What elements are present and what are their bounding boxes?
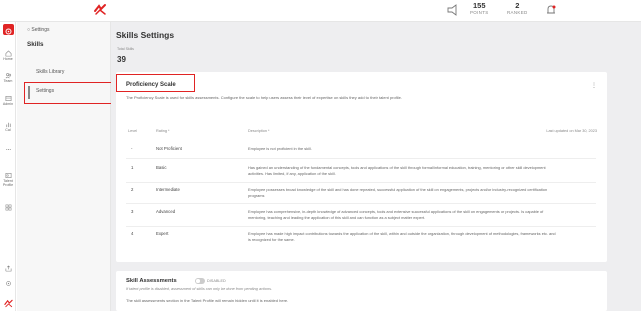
skill-assessments-description: The skill assessments section in the Tal… [126, 298, 289, 303]
row-description[interactable]: Employee is not proficient in the skill. [248, 146, 558, 152]
selected-indicator [28, 86, 30, 99]
row-level: 1 [131, 165, 134, 170]
row-rating[interactable]: Advanced [156, 209, 175, 214]
row-level: 4 [131, 231, 134, 236]
team-icon [5, 73, 11, 79]
skill-assessments-card: Skill Assessments DISABLED If talent pro… [116, 271, 607, 311]
row-rating[interactable]: Intermediate [156, 187, 180, 192]
settings-gear-icon [5, 281, 11, 286]
nav-item-admin[interactable]: Admin [0, 95, 16, 107]
row-description[interactable]: Employee possesses broad knowledge of th… [248, 187, 558, 199]
row-level: 2 [131, 187, 134, 192]
grid-icon [5, 204, 11, 211]
nav-item-home[interactable]: Home [0, 50, 16, 62]
divider [126, 158, 596, 159]
breadcrumb[interactable]: ○ Settings [27, 27, 50, 33]
divider [126, 226, 596, 227]
row-rating[interactable]: Expert [156, 231, 168, 236]
points-stat[interactable]: 155 POINTS [470, 2, 489, 15]
more-dots-icon [5, 148, 11, 151]
nav-admin-label: Admin [2, 102, 14, 106]
row-description[interactable]: Has gained an understanding of the funda… [248, 165, 558, 177]
nav-item-logo-bottom[interactable] [0, 299, 16, 308]
left-nav: Home Team Admin Cal Talent Profile [0, 22, 16, 311]
settings-subnav: ○ Settings Skills Skills Library Setting… [17, 22, 123, 311]
subnav-title: Skills [27, 41, 44, 48]
row-level: - [131, 146, 133, 151]
row-description[interactable]: Employee has comprehensive, in-depth kno… [248, 209, 558, 221]
breadcrumb-settings: Settings [31, 27, 50, 33]
share-icon [5, 265, 11, 272]
gear-icon [5, 28, 12, 35]
nav-item-settings-bottom[interactable] [0, 280, 16, 287]
nav-team-label: Team [3, 79, 13, 83]
toggle-status: DISABLED [207, 279, 226, 283]
row-description[interactable]: Employee has made high impact contributi… [248, 231, 558, 243]
nav-item-grid[interactable] [0, 204, 16, 211]
page-title: Skills Settings [116, 30, 175, 40]
megaphone-icon[interactable] [446, 4, 458, 16]
ranked-stat[interactable]: 2 RANKED [507, 2, 528, 15]
skill-assessments-toggle[interactable] [195, 278, 205, 284]
nav-item-share[interactable] [0, 265, 16, 272]
main-content: Skills Settings Total Skills 39 Proficie… [111, 22, 641, 311]
kebab-menu-icon[interactable]: ⋮ [591, 82, 597, 89]
proficiency-scale-description: The Proficiency Scale is used for skills… [126, 95, 402, 100]
skill-assessments-title: Skill Assessments [126, 278, 177, 284]
subnav-item-settings[interactable]: Settings [24, 82, 123, 104]
talent-profile-icon [5, 173, 11, 178]
last-updated: Last updated on Mar 30, 2023 [546, 129, 597, 133]
divider [126, 203, 596, 204]
row-rating[interactable]: Not Proficient [156, 146, 182, 151]
home-icon [5, 50, 11, 57]
points-value: 155 [473, 1, 486, 10]
subnav-item-skills-library[interactable]: Skills Library [36, 69, 64, 75]
admin-icon [5, 96, 11, 101]
divider [126, 182, 596, 183]
top-bar: 155 POINTS 2 RANKED [0, 0, 641, 22]
total-skills-value: 39 [117, 55, 126, 64]
total-skills-label: Total Skills [117, 47, 134, 51]
proficiency-scale-card: Proficiency Scale ⋮ The Proficiency Scal… [116, 72, 607, 262]
nav-item-team[interactable]: Team [0, 72, 16, 84]
settings-nav-button[interactable] [3, 24, 14, 35]
proficiency-scale-title: Proficiency Scale [126, 82, 176, 88]
points-label: POINTS [470, 9, 489, 15]
nav-talent-profile-label: Talent Profile [2, 179, 14, 187]
col-level: Level [128, 129, 138, 133]
toggle-knob [196, 279, 200, 283]
subnav-item-settings-label: Settings [36, 88, 55, 94]
ranked-label: RANKED [507, 9, 528, 15]
bell-icon[interactable] [545, 4, 557, 16]
calendar-icon [5, 122, 11, 128]
row-rating[interactable]: Basic [156, 165, 167, 170]
nav-item-more[interactable] [0, 146, 16, 153]
nav-home-label: Home [3, 57, 13, 61]
brand-logo-icon[interactable] [93, 3, 107, 17]
ranked-value: 2 [515, 1, 520, 10]
row-level: 3 [131, 209, 134, 214]
col-rating: Rating * [156, 129, 170, 133]
nav-item-cal[interactable]: Cal [0, 121, 16, 133]
nav-item-talent-profile[interactable]: Talent Profile [0, 172, 16, 188]
nav-cal-label: Cal [5, 128, 11, 132]
skill-assessments-note: If talent profile is disabled, assessmen… [126, 287, 273, 291]
col-description: Description * [248, 129, 270, 133]
brand-logo-small-icon [3, 299, 13, 308]
